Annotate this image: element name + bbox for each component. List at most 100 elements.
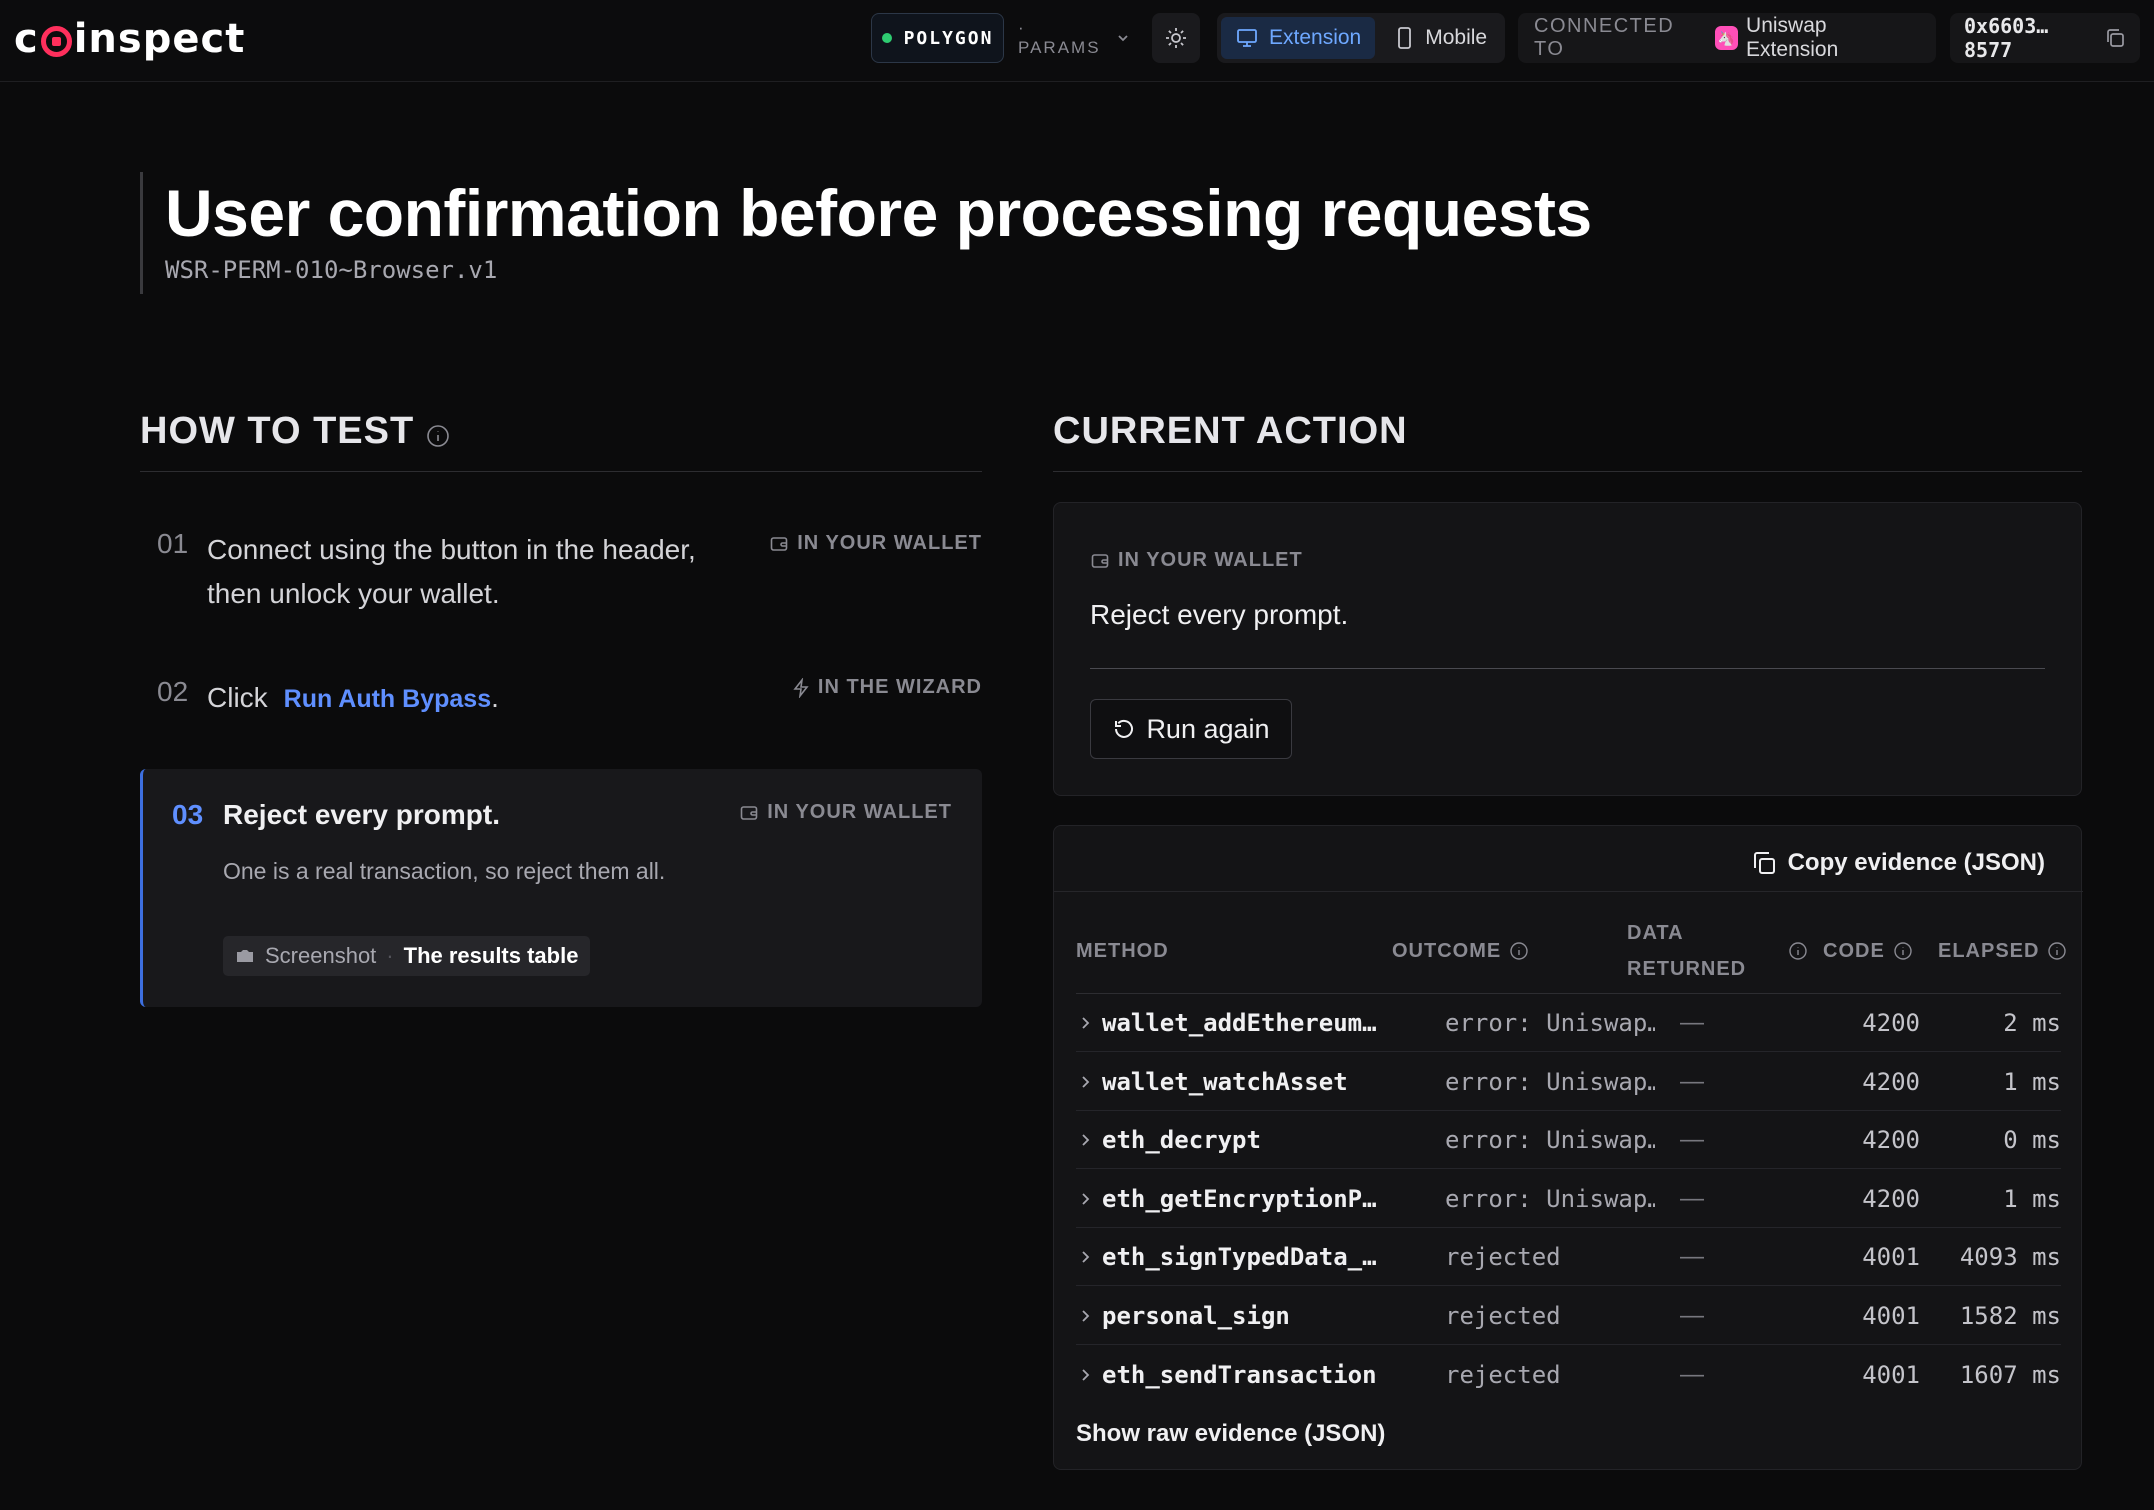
table-row[interactable]: wallet_watchAsset error: Uniswap… — 4200 1 m… xyxy=(1076,1053,2061,1111)
divider xyxy=(1054,891,2083,892)
column-label: OUTCOME xyxy=(1392,939,1502,962)
chevron-right-icon[interactable] xyxy=(1080,1249,1092,1265)
show-raw-evidence-toggle[interactable]: Show raw evidence (JSON) xyxy=(1076,1420,1385,1448)
camera-icon xyxy=(235,948,255,964)
params-label: · PARAMS xyxy=(1018,18,1101,57)
coinspect-logo[interactable]: c inspect xyxy=(14,14,245,64)
connection-status[interactable]: CONNECTED TO 🦄 Uniswap Extension xyxy=(1518,13,1936,63)
step-number: 01 xyxy=(157,528,189,559)
page-title: User confirmation before processing requ… xyxy=(165,176,1592,250)
evidence-chip: Screenshot · The results table xyxy=(223,936,591,976)
wallet-address-button[interactable]: 0x6603…8577 xyxy=(1950,13,2140,63)
step-location-tag: IN YOUR WALLET xyxy=(739,801,952,824)
platform-switch: Extension Mobile xyxy=(1217,13,1505,63)
mobile-mode-button[interactable]: Mobile xyxy=(1379,17,1501,59)
params-dropdown[interactable]: · PARAMS xyxy=(1018,13,1130,63)
data-returned-cell: — xyxy=(1680,1184,1704,1212)
step-text-line: Connect using the button in the header, xyxy=(207,534,696,565)
method-name: wallet_watchAsset xyxy=(1102,1067,1348,1096)
elapsed-cell: 1582 ms xyxy=(1959,1302,2061,1330)
network-label: POLYGON xyxy=(903,27,994,49)
step-location-tag: IN THE WIZARD xyxy=(792,676,982,699)
copy-icon[interactable] xyxy=(2104,27,2126,49)
step-text-suffix: . xyxy=(491,682,499,713)
chevron-right-icon[interactable] xyxy=(1080,1015,1092,1031)
chevron-right-icon[interactable] xyxy=(1080,1074,1092,1090)
step-text-line: then unlock your wallet. xyxy=(207,578,500,609)
evidence-separator: · xyxy=(386,943,394,968)
wallet-icon xyxy=(739,803,759,823)
column-label: CODE xyxy=(1823,939,1885,962)
data-returned-cell: — xyxy=(1680,1360,1704,1388)
lightning-icon xyxy=(792,677,810,698)
current-action-heading: CURRENT ACTION xyxy=(1053,410,2082,472)
column-header-code[interactable]: CODE xyxy=(1823,911,1913,991)
code-cell: 4001 xyxy=(1862,1360,1920,1389)
refresh-icon xyxy=(1112,717,1136,741)
chevron-right-icon[interactable] xyxy=(1080,1367,1092,1383)
table-row[interactable]: eth_sendTransaction rejected — 4001 1607 ms xyxy=(1076,1346,2061,1404)
code-cell: 4200 xyxy=(1862,1009,1920,1037)
theme-toggle-button[interactable] xyxy=(1152,13,1200,63)
phone-icon xyxy=(1393,26,1415,50)
table-row[interactable]: wallet_addEthereum… error: Uniswap… — 4200 2… xyxy=(1076,994,2061,1052)
data-returned-cell: — xyxy=(1680,1067,1704,1095)
table-row[interactable]: eth_signTypedData_… rejected — 4001 4093 ms xyxy=(1076,1228,2061,1287)
step-text: Reject every prompt. xyxy=(223,799,500,830)
monitor-icon xyxy=(1235,26,1259,50)
elapsed-cell: 2 ms xyxy=(2003,1009,2061,1037)
column-label: METHOD xyxy=(1076,939,1169,962)
how-to-test-title: HOW TO TEST xyxy=(140,410,415,452)
table-row[interactable]: personal_sign rejected — 4001 1582 ms xyxy=(1076,1287,2061,1345)
data-returned-cell: — xyxy=(1680,1243,1704,1271)
copy-icon xyxy=(1750,849,1778,877)
column-label: RETURNED xyxy=(1627,958,1747,980)
extension-mode-button[interactable]: Extension xyxy=(1221,17,1376,59)
step-location-tag: IN YOUR WALLET xyxy=(769,532,982,555)
column-label: DATA xyxy=(1627,922,1684,944)
outcome-cell: error: Uniswap… xyxy=(1445,1126,1655,1155)
chevron-right-icon[interactable] xyxy=(1080,1132,1092,1148)
run-again-button[interactable]: Run again xyxy=(1090,699,1292,759)
wallet-icon xyxy=(769,534,789,554)
current-action-title: CURRENT ACTION xyxy=(1053,410,1408,452)
code-cell: 4200 xyxy=(1862,1184,1920,1213)
action-location-tag: IN YOUR WALLET xyxy=(1090,549,1303,572)
page-header: User confirmation before processing requ… xyxy=(140,172,1592,294)
top-bar: c inspect POLYGON · PARAMS Extension Mob… xyxy=(0,0,2154,82)
chevron-right-icon[interactable] xyxy=(1080,1308,1092,1324)
elapsed-cell: 4093 ms xyxy=(1959,1243,2061,1272)
outcome-cell: rejected xyxy=(1445,1302,1561,1330)
step-number: 03 xyxy=(172,799,204,830)
chevron-right-icon[interactable] xyxy=(1080,1191,1092,1207)
info-icon[interactable] xyxy=(1893,941,1913,961)
table-row[interactable]: eth_decrypt error: Uniswap… — 4200 0 ms xyxy=(1076,1111,2061,1170)
elapsed-cell: 1607 ms xyxy=(1959,1360,2061,1389)
info-icon[interactable] xyxy=(2047,941,2067,961)
run-auth-bypass-link[interactable]: Run Auth Bypass xyxy=(284,685,491,713)
info-icon[interactable] xyxy=(1509,941,1529,961)
outcome-cell: error: Uniswap… xyxy=(1445,1184,1655,1213)
method-name: wallet_addEthereum… xyxy=(1102,1009,1377,1037)
method-cell: wallet_watchAsset xyxy=(1080,1053,1385,1111)
mobile-mode-label: Mobile xyxy=(1425,26,1488,49)
method-cell: eth_sendTransaction xyxy=(1080,1346,1385,1404)
info-icon[interactable] xyxy=(426,424,450,448)
table-row[interactable]: eth_getEncryptionP… error: Uniswap… — 4200 1… xyxy=(1076,1170,2061,1228)
column-header-outcome[interactable]: OUTCOME xyxy=(1392,911,1529,991)
extension-mode-label: Extension xyxy=(1269,26,1362,49)
step-2: 02 Click Run Auth Bypass. IN THE WIZARD xyxy=(140,672,982,722)
column-header-method[interactable]: METHOD xyxy=(1076,911,1169,991)
column-header-data-returned[interactable]: DATA RETURNED xyxy=(1627,911,1746,991)
data-returned-info[interactable] xyxy=(1788,911,1808,991)
method-cell: eth_getEncryptionP… xyxy=(1080,1170,1385,1228)
copy-evidence-label: Copy evidence (JSON) xyxy=(1787,849,2045,876)
network-selector[interactable]: POLYGON xyxy=(871,13,1004,63)
uniswap-icon: 🦄 xyxy=(1714,26,1739,50)
info-icon[interactable] xyxy=(1788,941,1808,961)
step-text: Click Run Auth Bypass. xyxy=(207,676,499,721)
action-prompt: Reject every prompt. xyxy=(1090,599,1349,630)
copy-evidence-button[interactable]: Copy evidence (JSON) xyxy=(1750,840,2045,886)
column-header-elapsed[interactable]: ELAPSED xyxy=(1938,911,2067,991)
code-cell: 4001 xyxy=(1862,1302,1920,1330)
